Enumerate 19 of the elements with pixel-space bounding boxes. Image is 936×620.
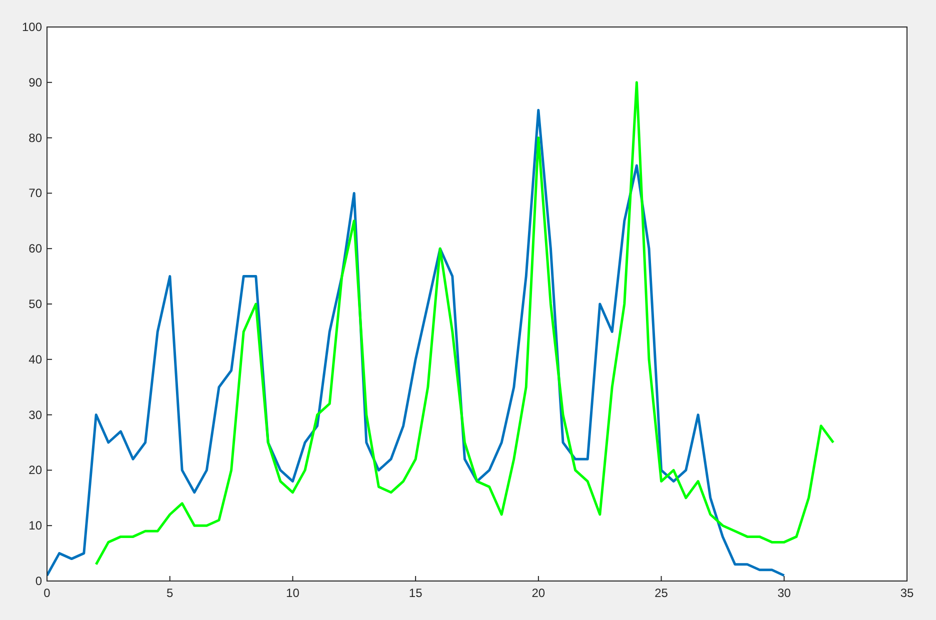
x-tick-label: 10 — [286, 586, 300, 600]
x-tick-label: 0 — [44, 586, 50, 600]
y-tick-label: 0 — [35, 574, 42, 588]
y-tick-label: 90 — [28, 75, 42, 90]
x-tick-label: 20 — [532, 586, 546, 600]
y-tick-label: 100 — [22, 20, 42, 34]
y-tick-label: 70 — [28, 186, 42, 200]
x-tick-label: 15 — [408, 586, 422, 600]
x-tick-label: 35 — [900, 586, 914, 600]
y-tick-label: 60 — [28, 242, 42, 256]
y-tick-label: 30 — [28, 408, 42, 422]
x-tick-label: 30 — [777, 586, 791, 600]
y-tick-label: 80 — [28, 130, 42, 145]
y-tick-label: 50 — [28, 297, 42, 311]
y-tick-label: 10 — [28, 518, 42, 533]
y-tick-label: 20 — [28, 463, 42, 478]
x-tick-label: 5 — [166, 586, 174, 600]
y-tick-label: 40 — [28, 352, 42, 366]
x-tick-label: 25 — [654, 586, 668, 600]
